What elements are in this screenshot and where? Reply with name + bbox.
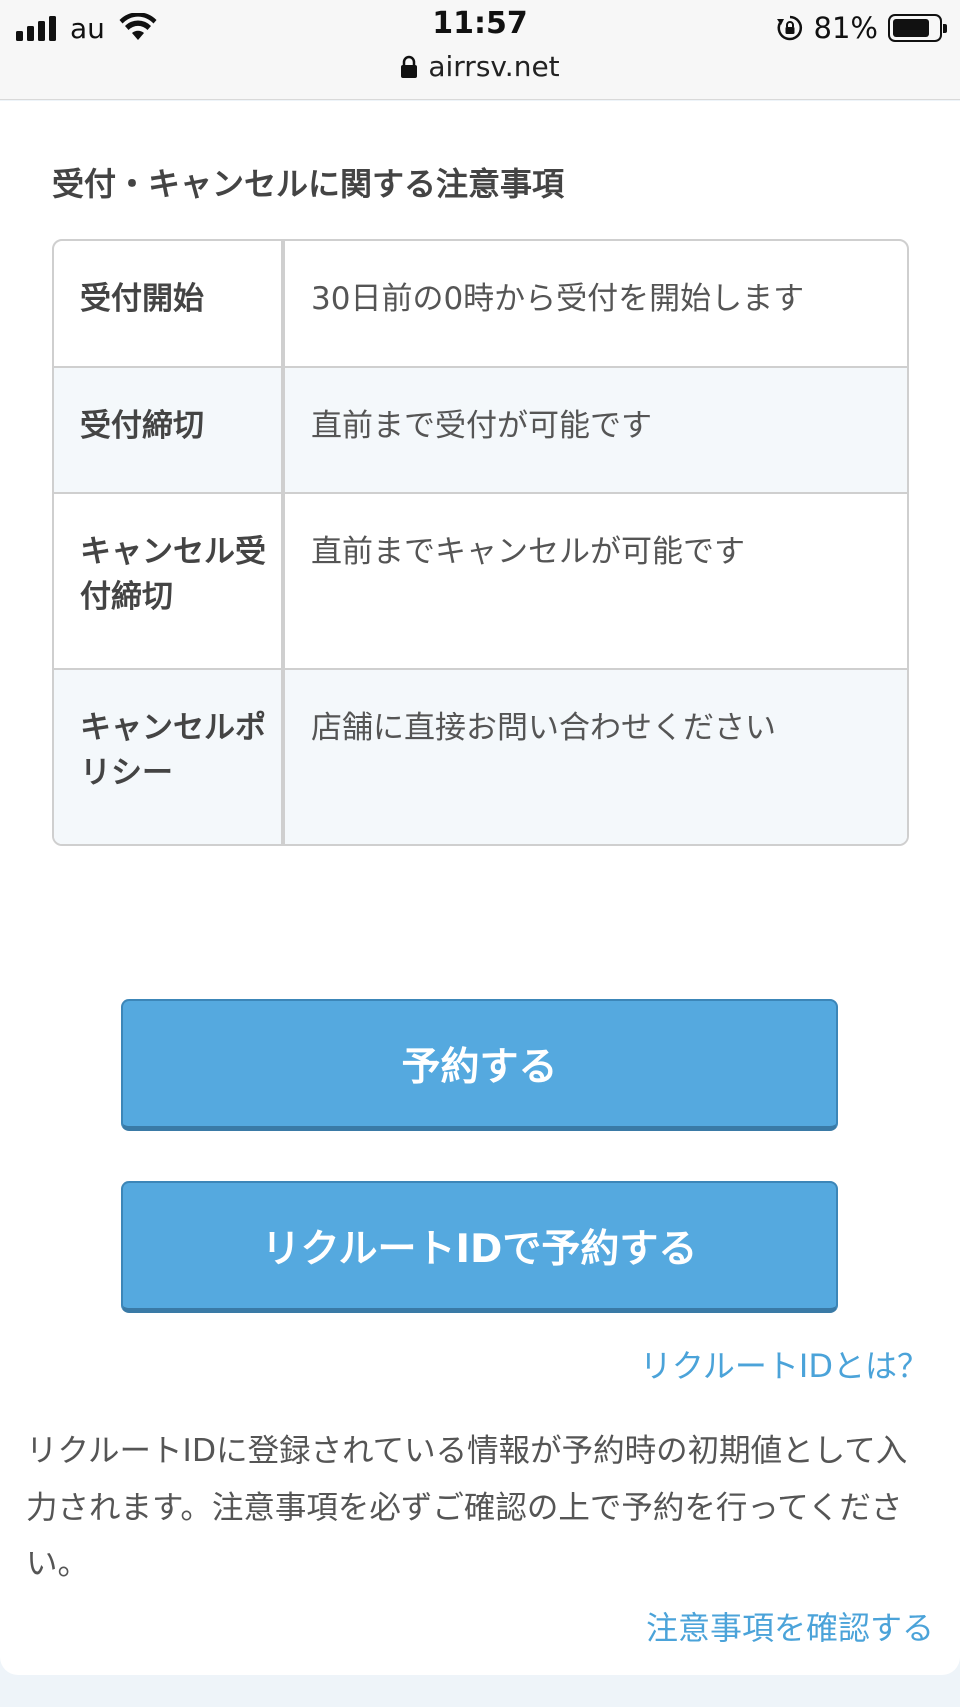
rotation-lock-icon — [776, 15, 802, 41]
row-value: 30日前の0時から受付を開始します — [311, 281, 805, 317]
row-value: 直前まで受付が可能です — [311, 408, 652, 444]
content-card: 受付・キャンセルに関する注意事項 受付開始 30日前の0時から受付を開始します … — [0, 101, 960, 1675]
table-row: キャンセルポリシー 店舗に直接お問い合わせください — [54, 668, 907, 844]
notice-table: 受付開始 30日前の0時から受付を開始します 受付締切 直前まで受付が可能です … — [52, 239, 909, 846]
table-row: キャンセル受付締切 直前までキャンセルが可能です — [54, 492, 907, 668]
row-label: キャンセル受付締切 — [54, 494, 285, 668]
reserve-button[interactable]: 予約する — [121, 999, 838, 1131]
battery-percent: 81% — [813, 11, 878, 45]
row-label: 受付締切 — [54, 368, 285, 492]
what-is-recruit-id-link[interactable]: リクルートIDとは？ — [640, 1341, 929, 1387]
address-bar[interactable]: airrsv.net — [0, 50, 960, 83]
table-row: 受付締切 直前まで受付が可能です — [54, 366, 907, 492]
row-value: 店舗に直接お問い合わせください — [311, 710, 776, 746]
confirm-notice-link[interactable]: 注意事項を確認する — [646, 1603, 934, 1649]
status-right: 81% — [776, 8, 947, 48]
url-text: airrsv.net — [428, 50, 560, 83]
battery-icon — [888, 14, 947, 42]
row-label: 受付開始 — [54, 241, 285, 366]
section-title: 受付・キャンセルに関する注意事項 — [52, 165, 565, 203]
padlock-icon — [401, 55, 418, 78]
table-row: 受付開始 30日前の0時から受付を開始します — [54, 241, 907, 366]
recruit-id-reserve-button[interactable]: リクルートIDで予約する — [121, 1181, 838, 1313]
row-value: 直前までキャンセルが可能です — [311, 534, 745, 570]
recruit-id-description: リクルートIDに登録されている情報が予約時の初期値として入力されます。注意事項を… — [26, 1433, 908, 1583]
status-bar: au 11:57 81% airrsv.net — [0, 0, 960, 100]
row-label: キャンセルポリシー — [54, 670, 285, 844]
